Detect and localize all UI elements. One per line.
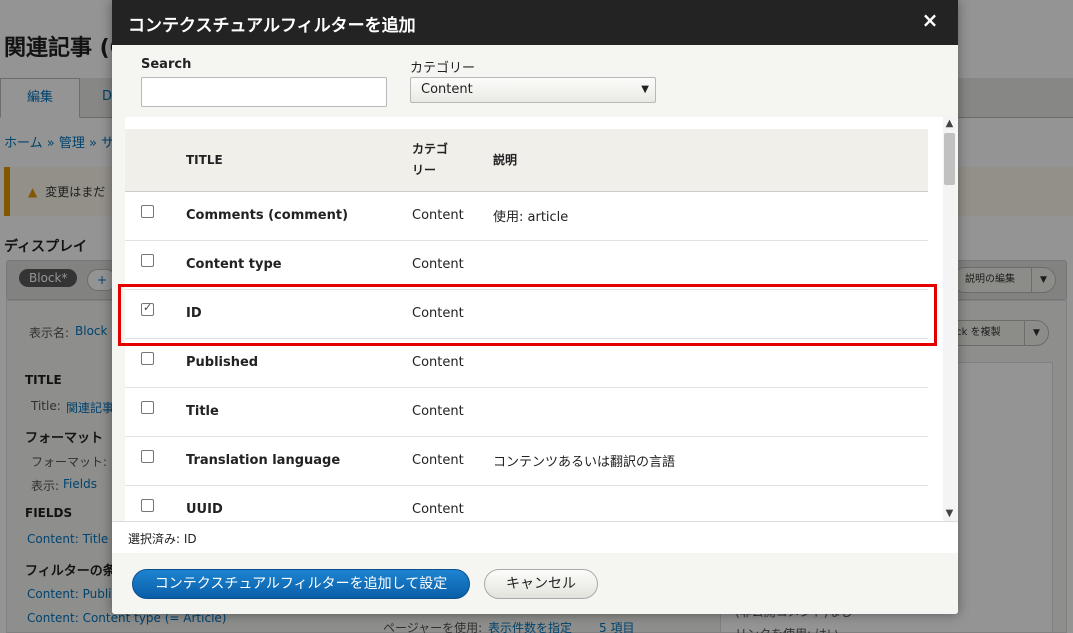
row-select-cell	[125, 191, 186, 241]
row-category: Content	[412, 436, 493, 486]
row-title: Comments (comment)	[186, 191, 412, 241]
filter-table: TITLE カテゴリー 説明 Comments (comment) Content…	[125, 129, 928, 521]
scrollbar[interactable]: ▲ ▼	[943, 117, 956, 521]
row-checkbox[interactable]	[141, 254, 154, 267]
scroll-up-icon[interactable]: ▲	[943, 117, 956, 131]
search-label: Search	[141, 57, 192, 72]
row-select-cell	[125, 338, 186, 388]
row-title: Title	[186, 387, 412, 437]
table-row[interactable]: Title Content	[125, 387, 928, 437]
row-select-cell	[125, 436, 186, 486]
select-column-header	[125, 129, 186, 192]
filter-list: TITLE カテゴリー 説明 Comments (comment) Content…	[125, 117, 956, 521]
chevron-down-icon: ▼	[641, 84, 649, 95]
row-checkbox[interactable]	[141, 205, 154, 218]
category-column-label: カテゴリー	[412, 141, 449, 177]
selected-summary: 選択済み: ID	[112, 521, 958, 553]
row-checkbox[interactable]	[141, 301, 154, 316]
row-select-cell	[125, 485, 186, 521]
row-checkbox[interactable]	[141, 352, 154, 365]
row-title: UUID	[186, 485, 412, 521]
add-and-configure-button[interactable]: コンテクスチュアルフィルターを追加して設定	[132, 569, 470, 599]
row-checkbox[interactable]	[141, 499, 154, 512]
cancel-button[interactable]: キャンセル	[484, 569, 598, 599]
scrollbar-thumb[interactable]	[944, 133, 955, 185]
category-select-value: Content	[421, 82, 473, 97]
scroll-down-icon[interactable]: ▼	[943, 507, 956, 521]
row-description	[493, 338, 928, 388]
row-select-cell	[125, 289, 186, 339]
row-select-cell	[125, 240, 186, 290]
row-title: Content type	[186, 240, 412, 290]
dialog-titlebar: コンテクスチュアルフィルターを追加 ×	[112, 0, 958, 45]
table-row[interactable]: UUID Content	[125, 485, 928, 521]
table-row[interactable]: IDContent	[125, 289, 928, 339]
row-description	[493, 289, 928, 339]
filter-table-body: Comments (comment) Content 使用: article Cont…	[125, 191, 928, 521]
row-description	[493, 485, 928, 521]
row-description: コンテンツあるいは翻訳の言語	[493, 436, 928, 486]
dialog-title: コンテクスチュアルフィルターを追加	[128, 16, 416, 36]
row-description: 使用: article	[493, 191, 928, 241]
row-category: Content	[412, 338, 493, 388]
search-input[interactable]	[141, 77, 387, 107]
dialog-footer: コンテクスチュアルフィルターを追加して設定 キャンセル	[112, 553, 958, 614]
description-column-header: 説明	[493, 129, 928, 192]
row-description	[493, 240, 928, 290]
category-column-header: カテゴリー	[412, 129, 493, 192]
row-select-cell	[125, 387, 186, 437]
table-header-row: TITLE カテゴリー 説明	[125, 129, 928, 192]
row-category: Content	[412, 191, 493, 241]
row-category: Content	[412, 289, 493, 339]
row-category: Content	[412, 387, 493, 437]
table-row[interactable]: Comments (comment) Content 使用: article	[125, 191, 928, 241]
row-checkbox[interactable]	[141, 450, 154, 463]
table-row[interactable]: Content type Content	[125, 240, 928, 290]
close-icon[interactable]: ×	[918, 8, 942, 32]
add-contextual-filter-dialog: コンテクスチュアルフィルターを追加 × Search カテゴリー Content…	[112, 0, 958, 614]
category-select[interactable]: Content ▼	[410, 77, 656, 103]
row-description	[493, 387, 928, 437]
category-label: カテゴリー	[410, 61, 476, 76]
row-title: Translation language	[186, 436, 412, 486]
title-column-header: TITLE	[186, 129, 412, 192]
row-category: Content	[412, 240, 493, 290]
row-title: ID	[186, 289, 412, 339]
row-checkbox[interactable]	[141, 401, 154, 414]
row-title: Published	[186, 338, 412, 388]
table-row[interactable]: Published Content	[125, 338, 928, 388]
row-category: Content	[412, 485, 493, 521]
table-row[interactable]: Translation language Content コンテンツあるいは翻訳の言…	[125, 436, 928, 486]
